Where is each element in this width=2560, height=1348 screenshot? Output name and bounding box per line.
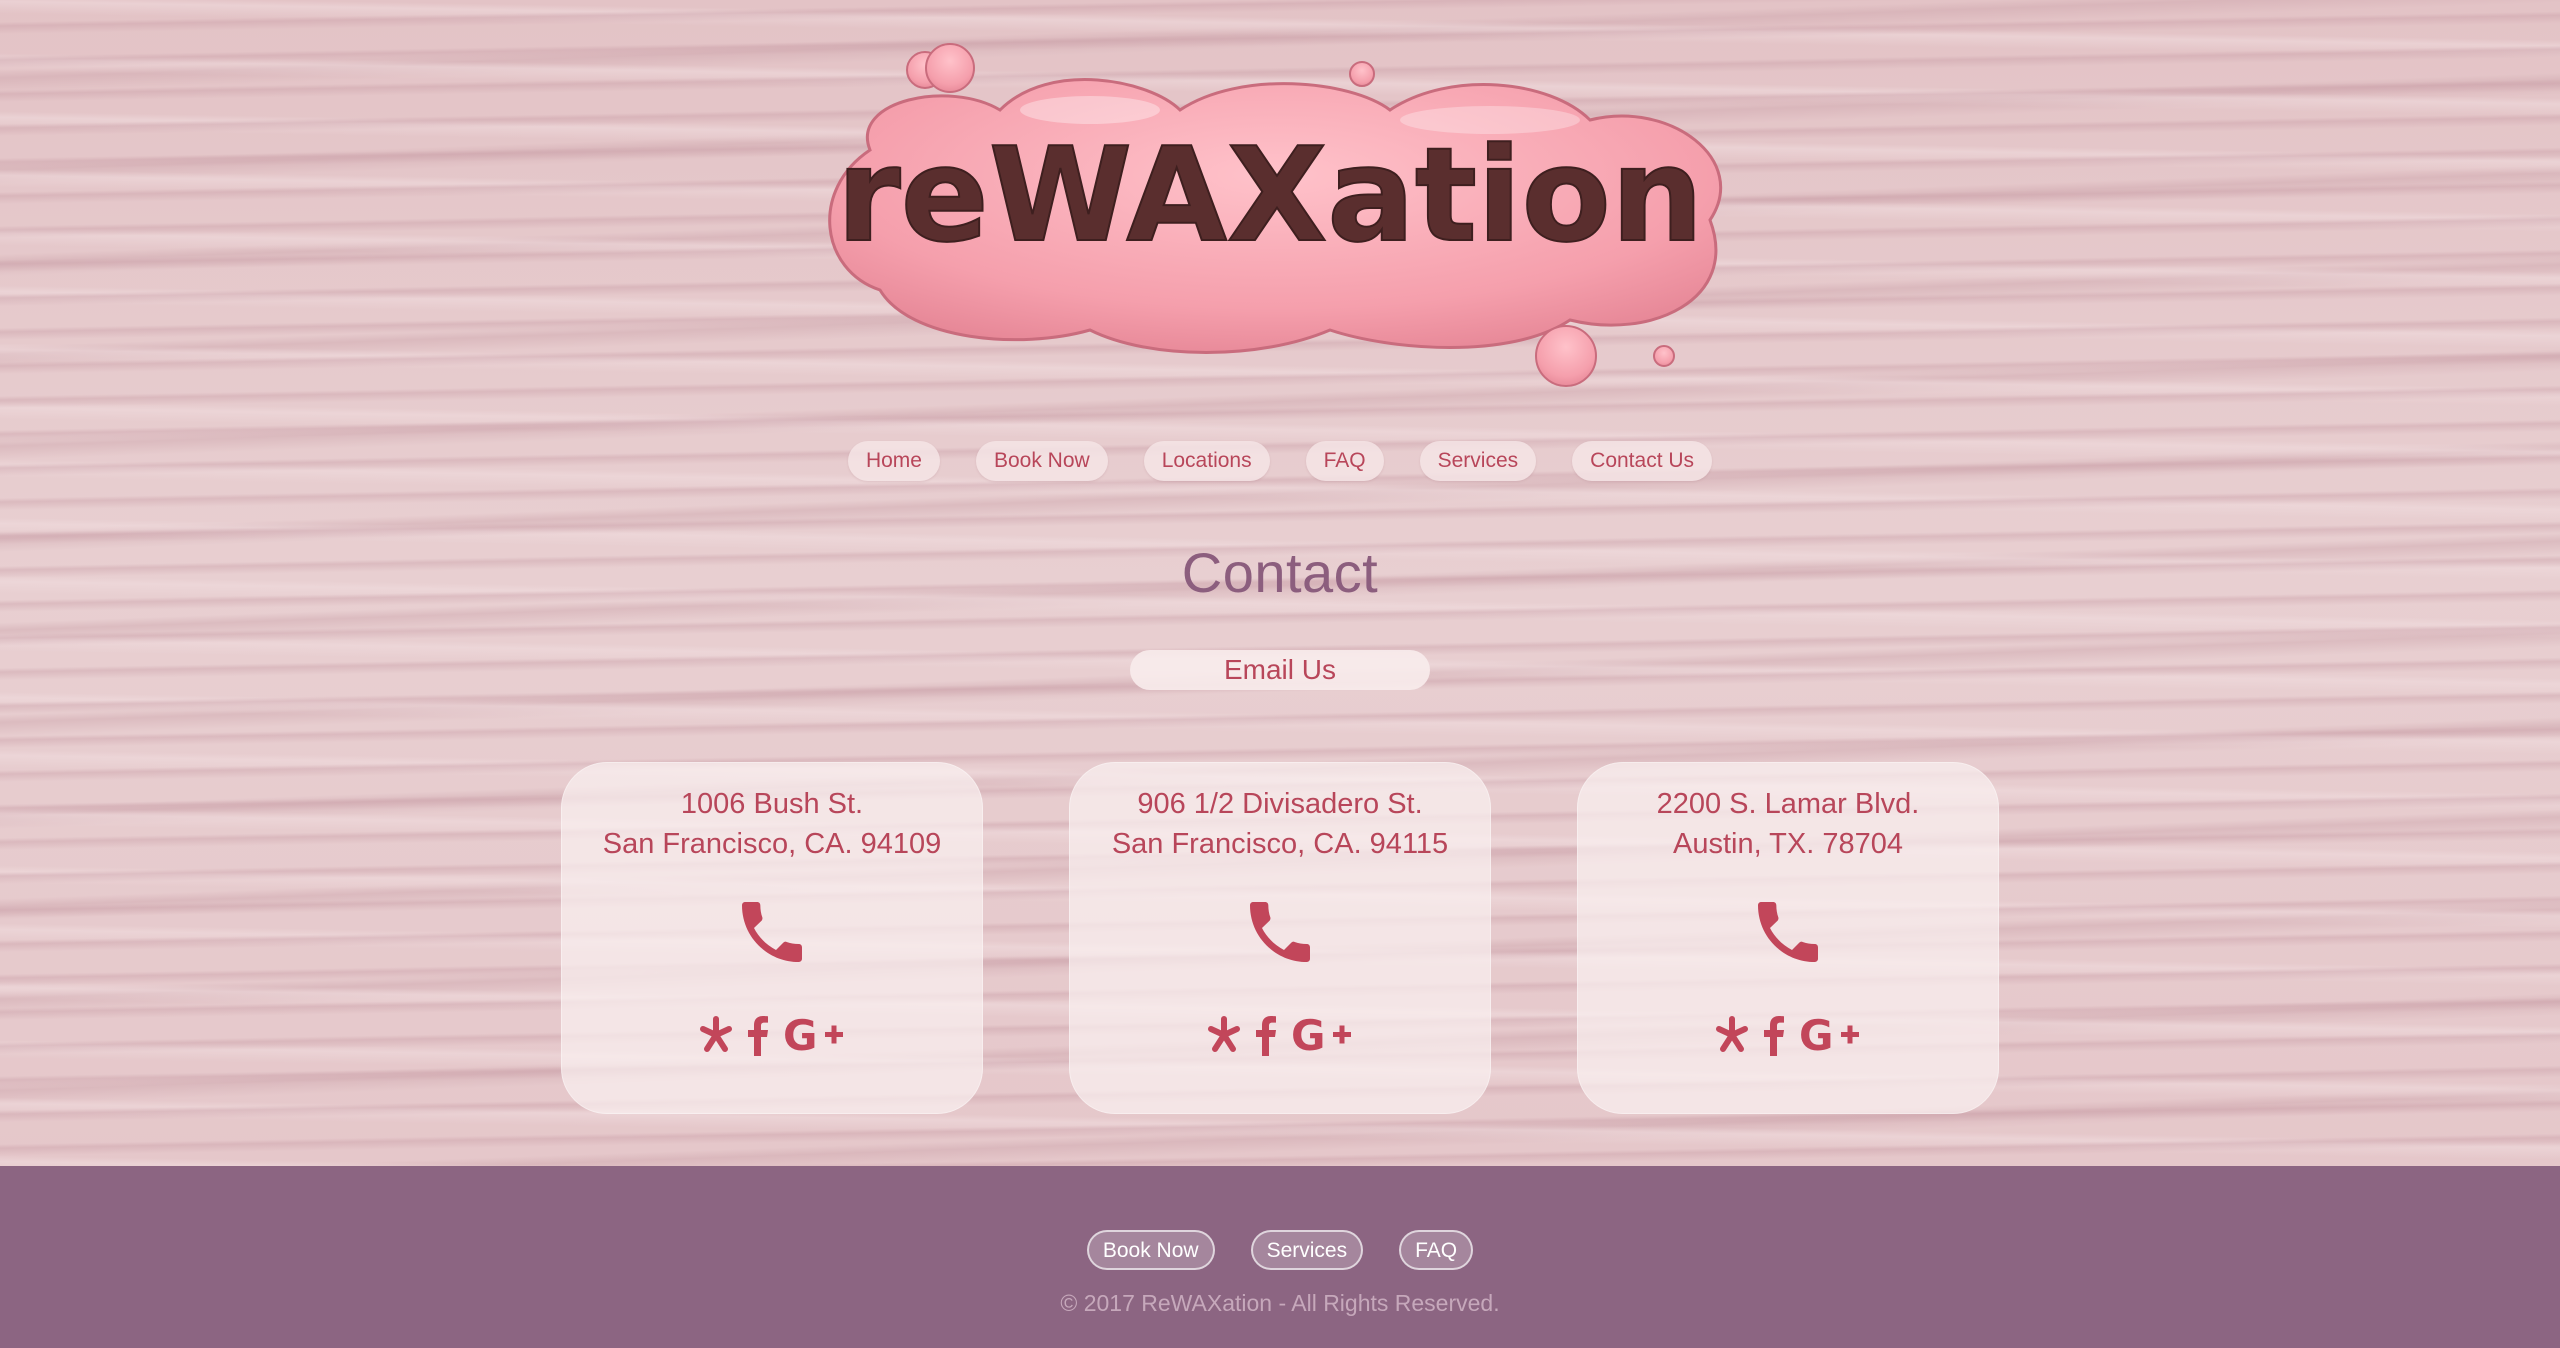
address-line-1: 2200 S. Lamar Blvd. — [1656, 788, 1920, 820]
google-plus-icon[interactable]: G — [783, 1012, 845, 1058]
main-nav: Home Book Now Locations FAQ Services Con… — [0, 441, 2560, 481]
social-links: G — [1069, 1012, 1491, 1058]
phone-icon[interactable] — [1748, 892, 1828, 972]
footer-faq-button[interactable]: FAQ — [1399, 1230, 1474, 1270]
google-plus-icon[interactable]: G — [1799, 1012, 1861, 1058]
social-links: G — [561, 1012, 983, 1058]
svg-text:G: G — [1799, 1014, 1833, 1056]
address-line-2: Austin, TX. 78704 — [1672, 828, 1903, 860]
brand-logo[interactable]: reWAXation — [790, 40, 1750, 400]
social-links: G — [1577, 1012, 1999, 1058]
address-line-2: San Francisco, CA. 94115 — [1111, 828, 1449, 860]
google-plus-icon[interactable]: G — [1291, 1012, 1353, 1058]
yelp-icon[interactable] — [1207, 1012, 1241, 1058]
page-title: Contact — [1181, 541, 1379, 604]
site-footer: Book Now Services FAQ © 2017 ReWAXation … — [0, 1166, 2560, 1348]
address-line-2: San Francisco, CA. 94109 — [602, 828, 942, 860]
footer-services-button[interactable]: Services — [1250, 1230, 1364, 1270]
location-card: 2200 S. Lamar Blvd. Austin, TX. 78704 G — [1577, 762, 1999, 1114]
yelp-icon[interactable] — [699, 1012, 733, 1058]
email-us-button[interactable]: Email Us — [1130, 650, 1430, 690]
svg-text:G: G — [783, 1014, 817, 1056]
nav-locations[interactable]: Locations — [1143, 441, 1270, 481]
facebook-icon[interactable] — [747, 1012, 769, 1058]
logo-text: reWAXation — [837, 119, 1704, 271]
nav-home[interactable]: Home — [847, 441, 940, 481]
yelp-icon[interactable] — [1715, 1012, 1749, 1058]
footer-book-now-button[interactable]: Book Now — [1086, 1230, 1215, 1270]
nav-contact-us[interactable]: Contact Us — [1572, 441, 1713, 481]
facebook-icon[interactable] — [1255, 1012, 1277, 1058]
copyright-text: © 2017 ReWAXation - All Rights Reserved. — [1060, 1290, 1500, 1316]
facebook-icon[interactable] — [1763, 1012, 1785, 1058]
svg-text:G: G — [1291, 1014, 1325, 1056]
phone-icon[interactable] — [1240, 892, 1320, 972]
location-card: 906 1/2 Divisadero St. San Francisco, CA… — [1069, 762, 1491, 1114]
phone-icon[interactable] — [732, 892, 812, 972]
location-cards: 1006 Bush St. San Francisco, CA. 94109 G… — [0, 762, 2560, 1114]
nav-faq[interactable]: FAQ — [1305, 441, 1384, 481]
nav-services[interactable]: Services — [1419, 441, 1537, 481]
address-line-1: 906 1/2 Divisadero St. — [1137, 788, 1423, 820]
address-line-1: 1006 Bush St. — [680, 788, 864, 820]
footer-nav: Book Now Services FAQ — [0, 1230, 2560, 1270]
location-card: 1006 Bush St. San Francisco, CA. 94109 G — [561, 762, 983, 1114]
nav-book-now[interactable]: Book Now — [975, 441, 1108, 481]
